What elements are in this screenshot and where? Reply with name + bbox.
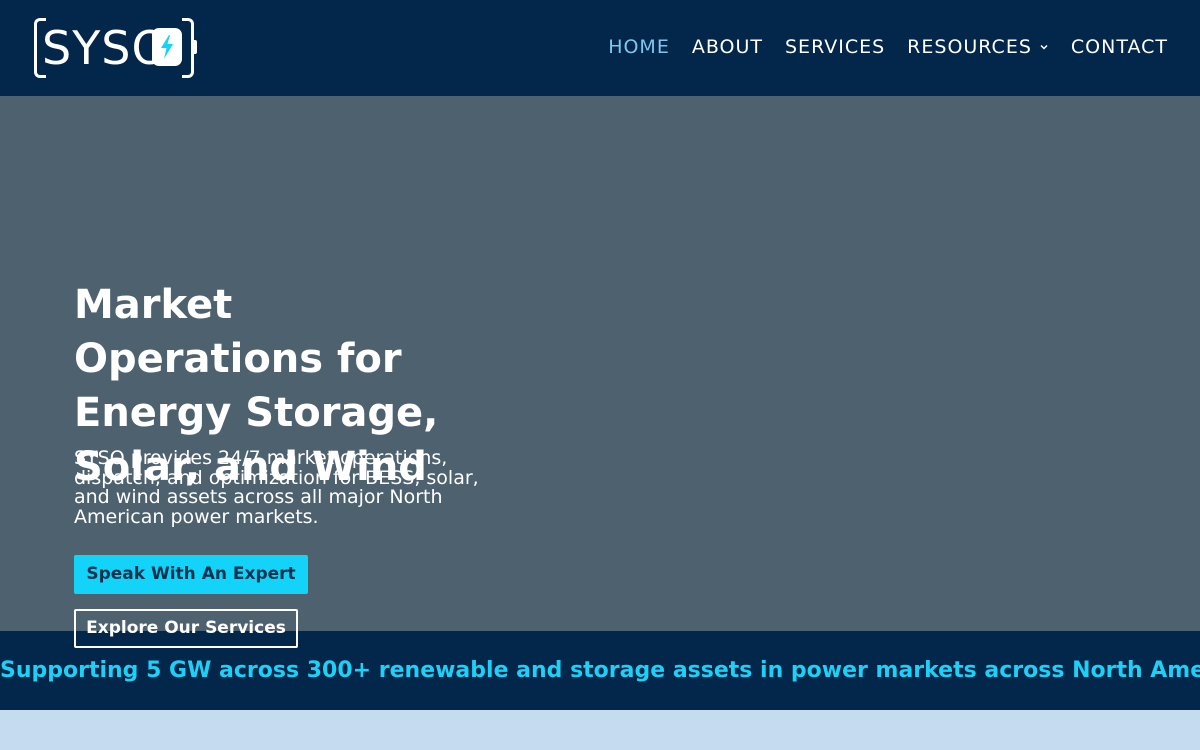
- nav-home[interactable]: HOME: [608, 36, 670, 58]
- logo-text: SYSO: [42, 21, 169, 75]
- site-header: SYSO HOME ABOUT SERVICES RESOURCES CONTA…: [0, 0, 1200, 96]
- syso-logo[interactable]: SYSO: [34, 18, 198, 78]
- nav-about[interactable]: ABOUT: [692, 36, 763, 58]
- logo-battery-nub: [193, 40, 197, 54]
- explore-services-button[interactable]: Explore Our Services: [74, 609, 298, 648]
- nav-resources-label: RESOURCES: [907, 36, 1032, 58]
- lightning-bolt-icon: [152, 28, 182, 66]
- chevron-down-icon: [1040, 44, 1048, 50]
- main-nav: HOME ABOUT SERVICES RESOURCES CONTACT: [608, 36, 1168, 58]
- nav-resources[interactable]: RESOURCES: [907, 36, 1049, 58]
- speak-with-expert-button[interactable]: Speak With An Expert: [74, 555, 308, 594]
- hero-section: Market Operations for Energy Storage, So…: [0, 96, 1200, 631]
- next-section-strip: [0, 710, 1200, 750]
- nav-contact[interactable]: CONTACT: [1071, 36, 1168, 58]
- nav-services[interactable]: SERVICES: [785, 36, 885, 58]
- banner-text: Supporting 5 GW across 300+ renewable an…: [0, 658, 1200, 683]
- hero-description: SYSO provides 24/7 market operations, di…: [74, 447, 479, 528]
